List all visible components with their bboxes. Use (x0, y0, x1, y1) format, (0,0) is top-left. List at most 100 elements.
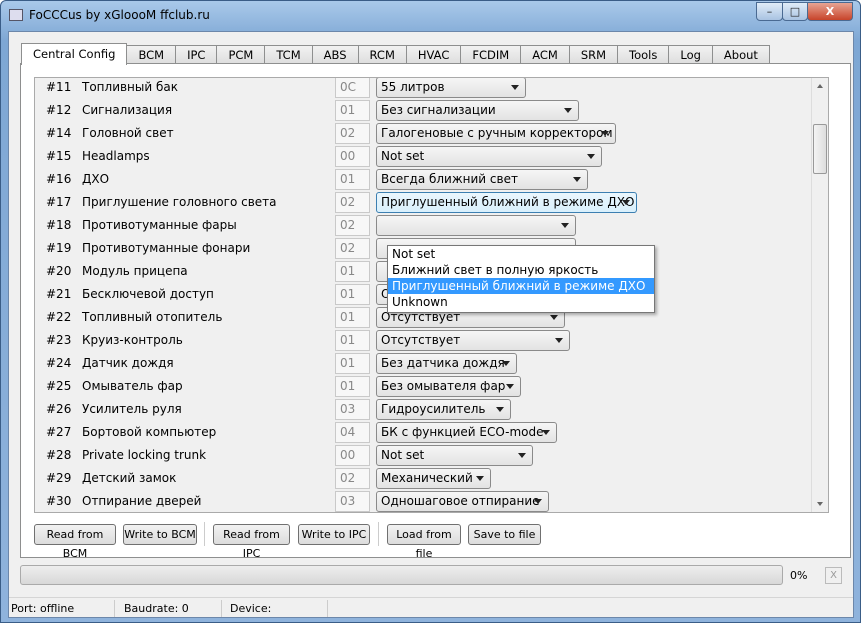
hex-value-field[interactable]: 01 (335, 307, 370, 328)
value-combobox[interactable]: Без омывателя фар (376, 376, 521, 397)
tab-about[interactable]: About (711, 45, 770, 65)
value-combobox[interactable]: Без датчика дождя (376, 353, 517, 374)
hex-value-field[interactable]: 00 (335, 445, 370, 466)
row-number: #14 (46, 126, 72, 140)
combobox-value: БК с функцией ECO-mode (381, 425, 544, 439)
hex-value-field[interactable]: 02 (335, 192, 370, 213)
dropdown-option[interactable]: Приглушенный ближний в режиме ДХО (388, 278, 654, 294)
hex-value-field[interactable]: 03 (335, 491, 370, 512)
window-title: FoCCCus by xGloooM ffclub.ru (29, 8, 210, 22)
value-combobox[interactable]: Одношаговое отпирание (376, 491, 549, 512)
row-number: #25 (46, 379, 72, 393)
combobox-value: Без омывателя фар (381, 379, 506, 393)
dropdown-option[interactable]: Ближний свет в полную яркость (388, 262, 654, 278)
chevron-down-icon (564, 108, 572, 113)
value-combobox[interactable]: Not set (376, 146, 602, 167)
port-status: Port: offline (11, 602, 75, 615)
progress-label: 0% (790, 569, 808, 582)
save-to-file-button[interactable]: Save to file (468, 524, 541, 545)
write-to-ipc-button[interactable]: Write to IPC (298, 524, 370, 545)
row-label: Круиз-контроль (82, 333, 183, 347)
chevron-down-icon (511, 85, 519, 90)
hex-value-field[interactable]: 00 (335, 146, 370, 167)
chevron-down-icon (542, 430, 550, 435)
read-from-bcm-button[interactable]: Read from BCM (34, 524, 116, 560)
tab-srm[interactable]: SRM (568, 45, 619, 65)
dropdown-option[interactable]: Unknown (388, 294, 654, 310)
tab-pcm[interactable]: PCM (216, 45, 266, 65)
row-label: Бортовой компьютер (82, 425, 217, 439)
tab-abs[interactable]: ABS (311, 45, 359, 65)
tab-ipc[interactable]: IPC (175, 45, 218, 65)
value-combobox[interactable]: Галогеновые с ручным корректором (376, 123, 616, 144)
hex-value-field[interactable]: 01 (335, 100, 370, 121)
hex-value-field[interactable]: 01 (335, 261, 370, 282)
write-to-bcm-button[interactable]: Write to BCM (123, 524, 197, 545)
value-combobox[interactable]: Not set (376, 445, 533, 466)
config-row: #17 Приглушение головного света 02 Пригл… (35, 191, 811, 214)
tab-acm[interactable]: ACM (520, 45, 570, 65)
row-label: Противотуманные фонари (82, 241, 251, 255)
hex-value-field[interactable]: 01 (335, 353, 370, 374)
tab-tcm[interactable]: TCM (264, 45, 313, 65)
minimize-button[interactable]: – (756, 2, 783, 21)
tab-log[interactable]: Log (668, 45, 713, 65)
row-number: #28 (46, 448, 72, 462)
app-window: FoCCCus by xGloooM ffclub.ru – □ X Centr… (0, 0, 861, 623)
scrollbar-thumb[interactable] (813, 124, 827, 174)
chevron-down-icon (555, 338, 563, 343)
value-combobox[interactable]: Гидроусилитель (376, 399, 511, 420)
hex-value-field[interactable]: 0C (335, 78, 370, 98)
value-combobox[interactable]: Механический (376, 468, 491, 489)
tab-hvac[interactable]: HVAC (405, 45, 462, 65)
maximize-button[interactable]: □ (782, 2, 808, 21)
chevron-down-icon (550, 315, 558, 320)
tab-fcdim[interactable]: FCDIM (460, 45, 522, 65)
value-combobox[interactable] (376, 215, 576, 236)
tab-bcm[interactable]: BCM (126, 45, 177, 65)
combobox-value: Всегда ближний свет (381, 172, 518, 186)
hex-value-field[interactable]: 04 (335, 422, 370, 443)
tab-rcm[interactable]: RCM (357, 45, 407, 65)
value-combobox[interactable]: 55 литров (376, 78, 526, 98)
scroll-down-icon[interactable] (817, 502, 823, 506)
row-number: #22 (46, 310, 72, 324)
value-combobox[interactable]: Отсутствует (376, 330, 570, 351)
hex-value-field[interactable]: 02 (335, 468, 370, 489)
hex-value-field[interactable]: 01 (335, 284, 370, 305)
value-combobox[interactable]: Всегда ближний свет (376, 169, 588, 190)
chevron-down-icon (587, 154, 595, 159)
hex-value-field[interactable]: 02 (335, 238, 370, 259)
config-row: #16 ДХО 01 Всегда ближний свет (35, 168, 811, 191)
row-label: Сигнализация (82, 103, 173, 117)
tab-bar: Central Config BCM IPC PCM TCM ABS RCM HVAC FCDI… (21, 43, 770, 65)
config-row: #29 Детский замок 02 Механический (35, 467, 811, 490)
chevron-down-icon (496, 407, 504, 412)
row-number: #19 (46, 241, 72, 255)
config-row: #15 Headlamps 00 Not set (35, 145, 811, 168)
dropdown-option[interactable]: Not set (388, 246, 654, 262)
row-label: Headlamps (82, 149, 150, 163)
cancel-button[interactable]: X (825, 567, 842, 584)
scroll-up-icon[interactable] (817, 84, 823, 88)
hex-value-field[interactable]: 02 (335, 123, 370, 144)
value-combobox[interactable]: Приглушенный ближний в режиме ДХО (376, 192, 637, 213)
device-status: Device: (230, 602, 272, 615)
config-row: #24 Датчик дождя 01 Без датчика дождя (35, 352, 811, 375)
hex-value-field[interactable]: 02 (335, 215, 370, 236)
hex-value-field[interactable]: 01 (335, 376, 370, 397)
vertical-scrollbar[interactable] (811, 78, 828, 512)
read-from-ipc-button[interactable]: Read from IPC (213, 524, 290, 560)
hex-value-field[interactable]: 03 (335, 399, 370, 420)
value-combobox[interactable]: Без сигнализации (376, 100, 579, 121)
load-from-file-button[interactable]: Load from file (387, 524, 461, 560)
chevron-down-icon (518, 453, 526, 458)
row-number: #27 (46, 425, 72, 439)
close-button[interactable]: X (807, 2, 853, 21)
hex-value-field[interactable]: 01 (335, 330, 370, 351)
tab-tools[interactable]: Tools (617, 45, 670, 65)
value-combobox[interactable]: БК с функцией ECO-mode (376, 422, 557, 443)
hex-value-field[interactable]: 01 (335, 169, 370, 190)
tab-central-config[interactable]: Central Config (21, 43, 128, 65)
row-label: Топливный отопитель (82, 310, 223, 324)
